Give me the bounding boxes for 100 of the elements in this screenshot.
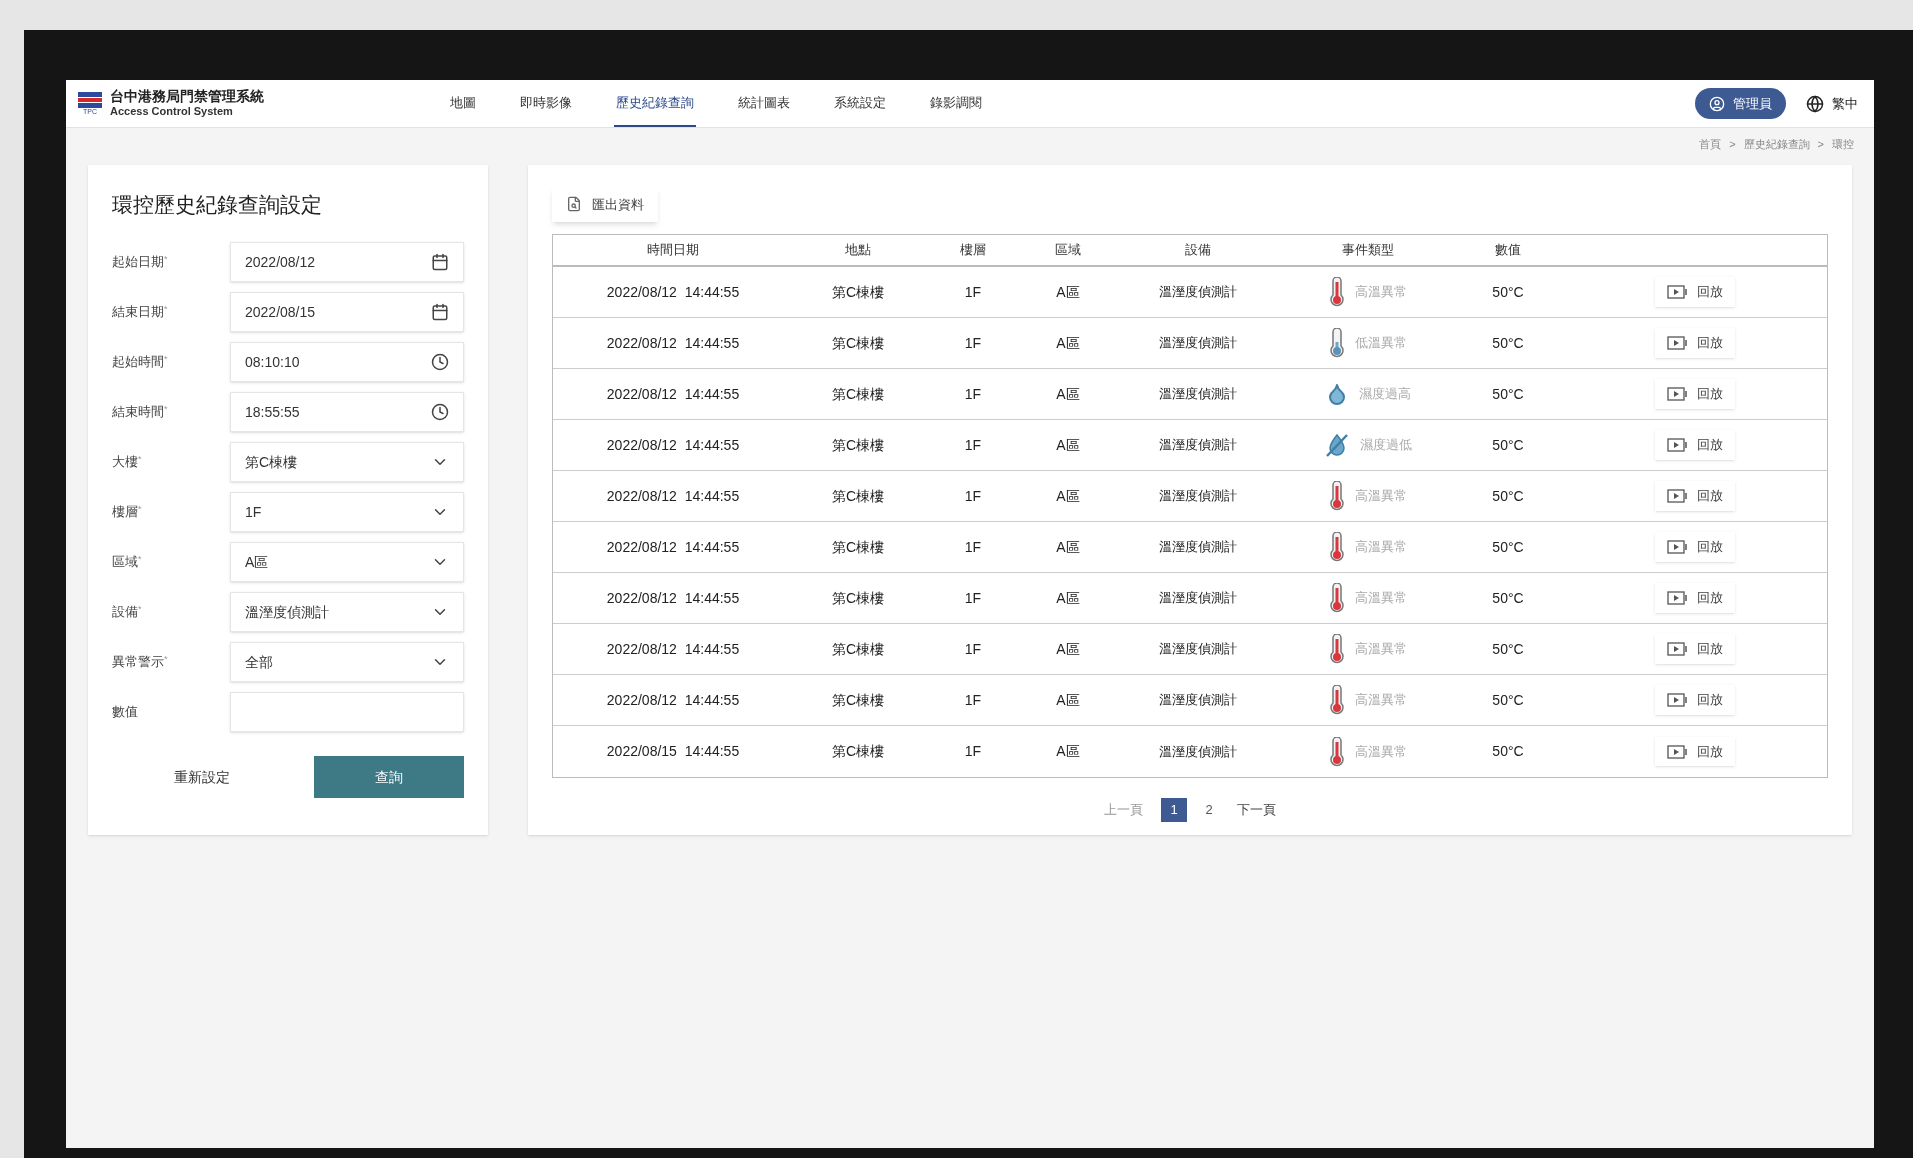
nav-tab[interactable]: 統計圖表	[736, 80, 792, 127]
table-cell-text: A區	[1055, 537, 1081, 557]
field-label: 結束日期$^{*}$	[112, 302, 169, 322]
table-cell-text: 第C棟樓	[830, 639, 886, 659]
input-field[interactable]: 2022/08/15	[230, 292, 464, 332]
panel-title: 環控歷史紀錄查詢設定	[112, 191, 323, 218]
table-cell-text: 50°C	[1491, 639, 1525, 659]
table-cell-text: A區	[1055, 690, 1081, 710]
replay-button[interactable]: 回放	[1655, 481, 1735, 511]
input-field[interactable]: 08:10:10	[230, 342, 464, 382]
table-cell-text: A區	[1055, 384, 1081, 404]
page-number[interactable]: 1	[1161, 798, 1187, 822]
event-type: 高溫異常	[1355, 691, 1407, 710]
video-icon	[1667, 540, 1689, 554]
nav-tab[interactable]: 系統設定	[832, 80, 888, 127]
calendar-icon	[431, 303, 449, 321]
nav-tab[interactable]: 歷史紀錄查詢	[614, 80, 696, 127]
input-field[interactable]: 2022/08/12	[230, 242, 464, 282]
dropdown[interactable]: 第C棟樓	[230, 442, 464, 482]
event-type: 低溫異常	[1355, 334, 1407, 353]
replay-button[interactable]: 回放	[1655, 328, 1735, 358]
table-cell-text: 2022/08/12 14:44:55	[605, 537, 741, 557]
table-cell-text: 2022/08/12 14:44:55	[605, 384, 741, 404]
replay-button[interactable]: 回放	[1655, 634, 1735, 664]
event-type: 高溫異常	[1355, 538, 1407, 557]
table-cell-text: 50°C	[1491, 690, 1525, 710]
video-icon	[1667, 489, 1689, 503]
field-label: 大樓$^{*}$	[112, 452, 143, 472]
table-cell-text: 2022/08/12 14:44:55	[605, 435, 741, 455]
table-cell-text: 2022/08/12 14:44:55	[605, 639, 741, 659]
table-cell-text: A區	[1055, 282, 1081, 302]
table-cell-text: 1F	[963, 639, 983, 659]
crossed-drop-icon	[1324, 432, 1350, 458]
column-header: 設備	[1184, 241, 1212, 260]
table-cell-text: 1F	[963, 282, 983, 302]
field-label: 異常警示$^{*}$	[112, 652, 169, 672]
table-cell-text: 第C棟樓	[830, 384, 886, 404]
nav-tab[interactable]: 地圖	[448, 80, 478, 127]
column-header: 事件類型	[1341, 241, 1395, 260]
breadcrumb-link[interactable]: 首頁	[1699, 136, 1722, 153]
video-icon	[1667, 744, 1689, 759]
video-icon	[1667, 336, 1689, 350]
dropdown[interactable]: 全部	[230, 642, 464, 682]
column-header: 地點	[844, 241, 872, 260]
nav-tab[interactable]: 即時影像	[518, 80, 574, 127]
table-cell-text: 50°C	[1491, 588, 1525, 608]
replay-button[interactable]: 回放	[1655, 277, 1735, 307]
language-button[interactable]: 繁中	[1806, 93, 1858, 114]
table-cell-text: 溫溼度偵測計	[1158, 487, 1238, 506]
table-cell-text: 2022/08/12 14:44:55	[605, 588, 741, 608]
nav-tab[interactable]: 錄影調閱	[928, 80, 984, 127]
replay-button[interactable]: 回放	[1655, 430, 1735, 460]
dropdown[interactable]: A區	[230, 542, 464, 582]
reset-button[interactable]: 重新設定	[112, 758, 292, 796]
table-cell-text: 第C棟樓	[830, 537, 886, 557]
thermometer-icon	[1329, 328, 1345, 358]
breadcrumb-separator: >	[1817, 137, 1824, 152]
user-icon	[1709, 95, 1725, 112]
table-cell-text: 第C棟樓	[830, 742, 886, 761]
field-label: 設備$^{*}$	[112, 602, 143, 622]
user-button[interactable]: 管理員	[1695, 87, 1786, 120]
field-label: 樓層$^{*}$	[112, 502, 143, 522]
query-button[interactable]: 查詢	[314, 756, 464, 798]
table-cell-text: A區	[1055, 588, 1081, 608]
dropdown[interactable]: 溫溼度偵測計	[230, 592, 464, 632]
table-cell-text: A區	[1055, 333, 1081, 353]
table-cell-text: 2022/08/12 14:44:55	[605, 282, 741, 302]
table-cell-text: 第C棟樓	[830, 486, 886, 506]
table-cell-text: 1F	[963, 333, 983, 353]
input-field[interactable]: 18:55:55	[230, 392, 464, 432]
replay-button[interactable]: 回放	[1655, 685, 1735, 715]
table-cell-text: 50°C	[1491, 282, 1525, 302]
replay-button[interactable]: 回放	[1655, 736, 1735, 767]
page-number[interactable]: 2	[1199, 798, 1219, 822]
column-header: 區域	[1054, 241, 1082, 260]
table-cell-text: 溫溼度偵測計	[1158, 334, 1238, 353]
thermometer-icon	[1329, 481, 1345, 511]
video-icon	[1667, 387, 1689, 401]
table-cell-text: 2022/08/12 14:44:55	[605, 690, 741, 710]
dropdown[interactable]: 1F	[230, 492, 464, 532]
replay-button[interactable]: 回放	[1655, 379, 1735, 409]
input-field[interactable]	[230, 692, 464, 732]
table-cell-text: 溫溼度偵測計	[1158, 589, 1238, 608]
replay-button[interactable]: 回放	[1655, 532, 1735, 562]
table-cell-text: 第C棟樓	[830, 333, 886, 353]
event-type: 高溫異常	[1355, 742, 1407, 761]
event-type: 高溫異常	[1355, 640, 1407, 659]
table-cell-text: 第C棟樓	[830, 435, 886, 455]
table-cell-text: A區	[1055, 742, 1081, 761]
thermometer-icon	[1329, 736, 1345, 767]
next-page-link[interactable]: 下一頁	[1231, 800, 1282, 820]
video-icon	[1667, 438, 1689, 452]
app-title: 台中港務局門禁管理系統	[110, 87, 264, 106]
event-type: 高溫異常	[1355, 283, 1407, 302]
table-cell-text: 第C棟樓	[830, 690, 886, 710]
replay-button[interactable]: 回放	[1655, 583, 1735, 613]
export-button[interactable]: 匯出資料	[552, 186, 658, 222]
table-cell-text: 1F	[963, 435, 983, 455]
table-cell-text: 2022/08/12 14:44:55	[605, 333, 741, 353]
breadcrumb-link[interactable]: 環控	[1832, 136, 1854, 153]
